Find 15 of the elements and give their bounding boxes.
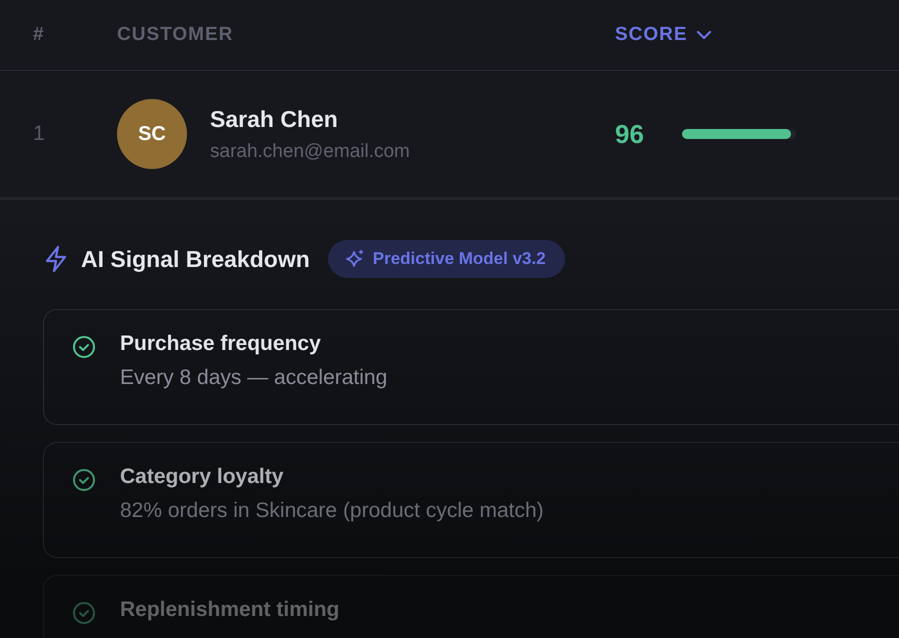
signal-title: Replenishment timing (120, 598, 340, 622)
column-header[interactable]: SCORE (615, 24, 899, 46)
lightning-icon (43, 245, 69, 273)
signal-title: Purchase frequency (120, 332, 322, 356)
customer-email: sarah.chen@email.com (210, 140, 410, 162)
customer-name: Sarah Chen (210, 106, 339, 132)
score-value: 96 (615, 118, 644, 150)
signal-detail: 82% orders in Skincare (product cycle match) (120, 499, 544, 523)
avatar: SC (117, 99, 187, 169)
section-title: AI Signal Breakdown (81, 246, 310, 272)
sparkle-icon (344, 249, 365, 269)
signal-detail: Every 8 days — accelerating (120, 366, 388, 390)
model-badge: Predictive Model v3.2 (328, 240, 565, 278)
signal-title: Category loyalty (120, 465, 284, 489)
chevron-down-icon (696, 30, 712, 40)
